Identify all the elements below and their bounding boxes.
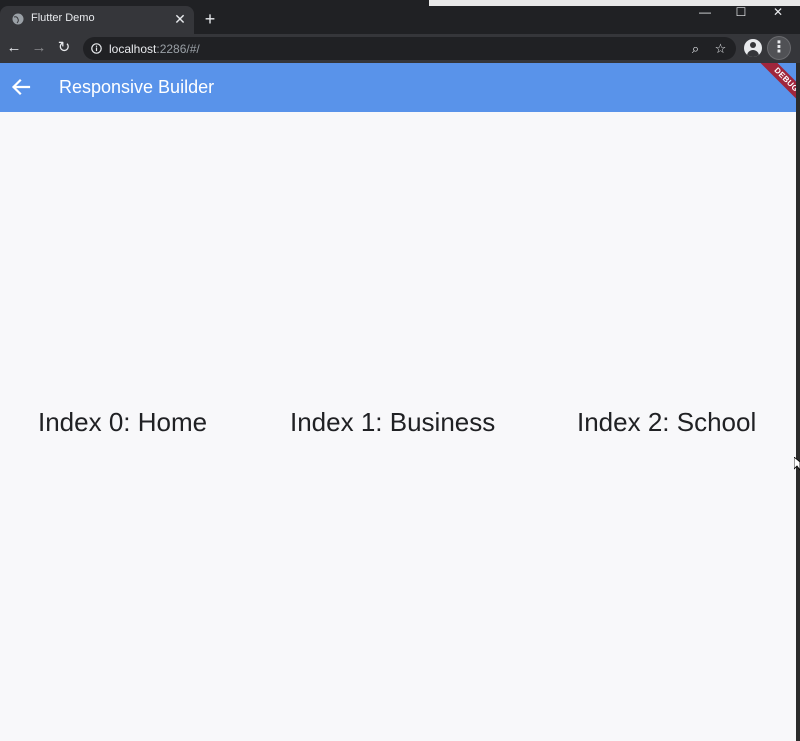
browser-menu-icon[interactable]: ⋮ [768,37,790,59]
reload-button[interactable]: ↻ [55,39,73,57]
profile-avatar-icon[interactable] [744,39,762,57]
browser-toolbar: ← → ↻ localhost:2286/#/ ⌕ ☆ ⋮ [0,34,800,63]
address-bar[interactable]: localhost:2286/#/ ⌕ ☆ [83,37,736,60]
page-title: Responsive Builder [59,77,215,97]
index-business-label: Index 1: Business [290,407,496,437]
avatar-body [747,50,759,57]
forward-button[interactable]: → [30,39,48,57]
browser-tab[interactable]: Flutter Demo ✕ [0,6,194,34]
index-school-label: Index 2: School [577,407,757,437]
zoom-icon[interactable]: ⌕ [688,41,703,56]
avatar-head [750,42,756,48]
debug-ribbon-label: DEBUG [756,63,796,110]
window-edge [796,63,800,741]
new-tab-button[interactable]: + [201,10,219,28]
back-button[interactable]: ← [5,39,23,57]
window-close-button[interactable]: ✕ [763,2,793,22]
minimize-button[interactable]: — [690,2,720,22]
globe-icon [12,13,24,25]
maximize-button[interactable]: ☐ [726,2,756,22]
info-icon[interactable] [91,43,102,54]
url-text[interactable]: localhost:2286/#/ [109,42,200,56]
url-path: :2286/#/ [156,42,200,56]
tab-close-icon[interactable]: ✕ [172,11,188,27]
app-bar: Responsive Builder [0,63,796,112]
debug-banner: DEBUG [742,63,796,117]
main-content: Index 0: Home Index 1: Business Index 2:… [0,112,796,741]
bookmark-star-icon[interactable]: ☆ [713,41,728,56]
browser-tab-strip: Flutter Demo ✕ + — ☐ ✕ [0,0,800,34]
index-home-label: Index 0: Home [38,407,208,437]
tab-title: Flutter Demo [31,12,95,24]
url-host: localhost [109,42,157,56]
mouse-cursor-icon [794,457,800,471]
arrow-back-icon[interactable] [10,76,32,98]
